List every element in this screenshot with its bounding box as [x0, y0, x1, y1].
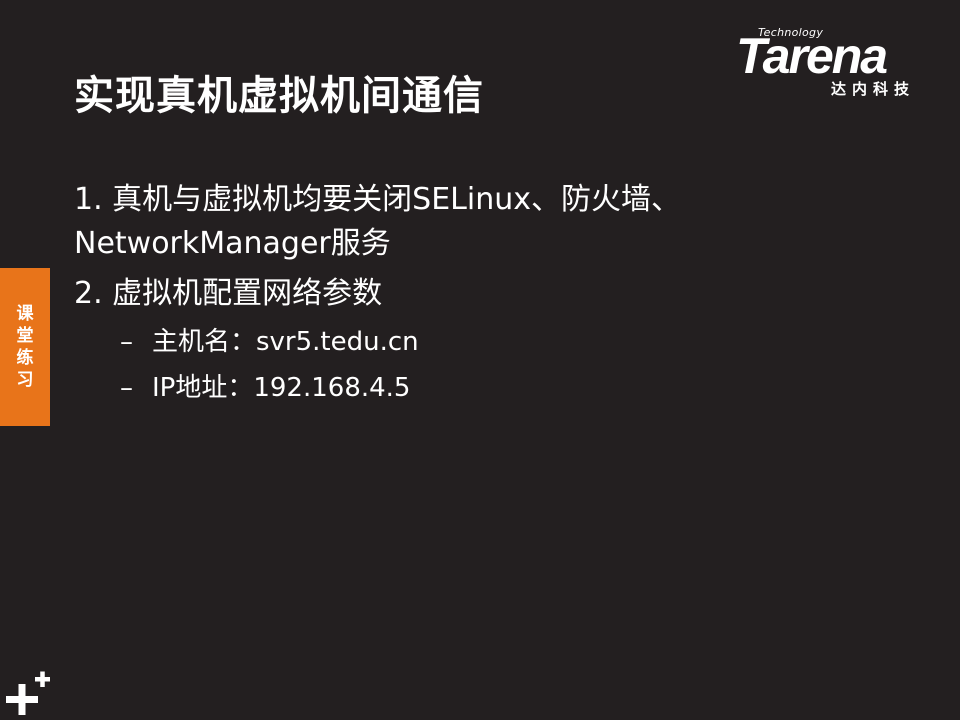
side-tab-char: 习	[16, 370, 34, 390]
dash-bullet: –	[120, 327, 133, 357]
sub-item-ip-address: – IP地址：192.168.4.5	[74, 368, 934, 408]
bullet-item-1-line-1: 1. 真机与虚拟机均要关闭SELinux、防火墙、	[74, 182, 681, 217]
dash-bullet: –	[120, 373, 133, 403]
slide: 实现真机虚拟机间通信 Tarena Technology 达内科技 课 堂 练 …	[0, 0, 960, 720]
sub-item-hostname: – 主机名：svr5.tedu.cn	[74, 322, 934, 362]
bullet-item-1-line-2: NetworkManager服务	[74, 226, 391, 261]
sub-item-hostname-text: 主机名：svr5.tedu.cn	[152, 327, 419, 357]
logo-chinese-text: 达内科技	[831, 80, 916, 98]
slide-content: 1. 真机与虚拟机均要关闭SELinux、防火墙、 NetworkManager…	[74, 178, 934, 408]
side-tab-char: 课	[16, 304, 34, 324]
bullet-item-1: 1. 真机与虚拟机均要关闭SELinux、防火墙、 NetworkManager…	[74, 178, 934, 266]
side-tab-char: 堂	[16, 326, 34, 346]
sub-item-ip-address-text: IP地址：192.168.4.5	[152, 373, 411, 403]
logo-technology-text: Technology	[758, 26, 824, 39]
plus-mark-icon	[6, 671, 50, 715]
classroom-exercise-tab: 课 堂 练 习	[0, 268, 50, 426]
bullet-item-2: 2. 虚拟机配置网络参数	[74, 272, 934, 316]
tarena-logo: Tarena Technology 达内科技	[736, 24, 932, 100]
bullet-item-2-line-1: 2. 虚拟机配置网络参数	[74, 276, 383, 311]
side-tab-char: 练	[16, 348, 34, 368]
slide-title: 实现真机虚拟机间通信	[74, 73, 484, 119]
